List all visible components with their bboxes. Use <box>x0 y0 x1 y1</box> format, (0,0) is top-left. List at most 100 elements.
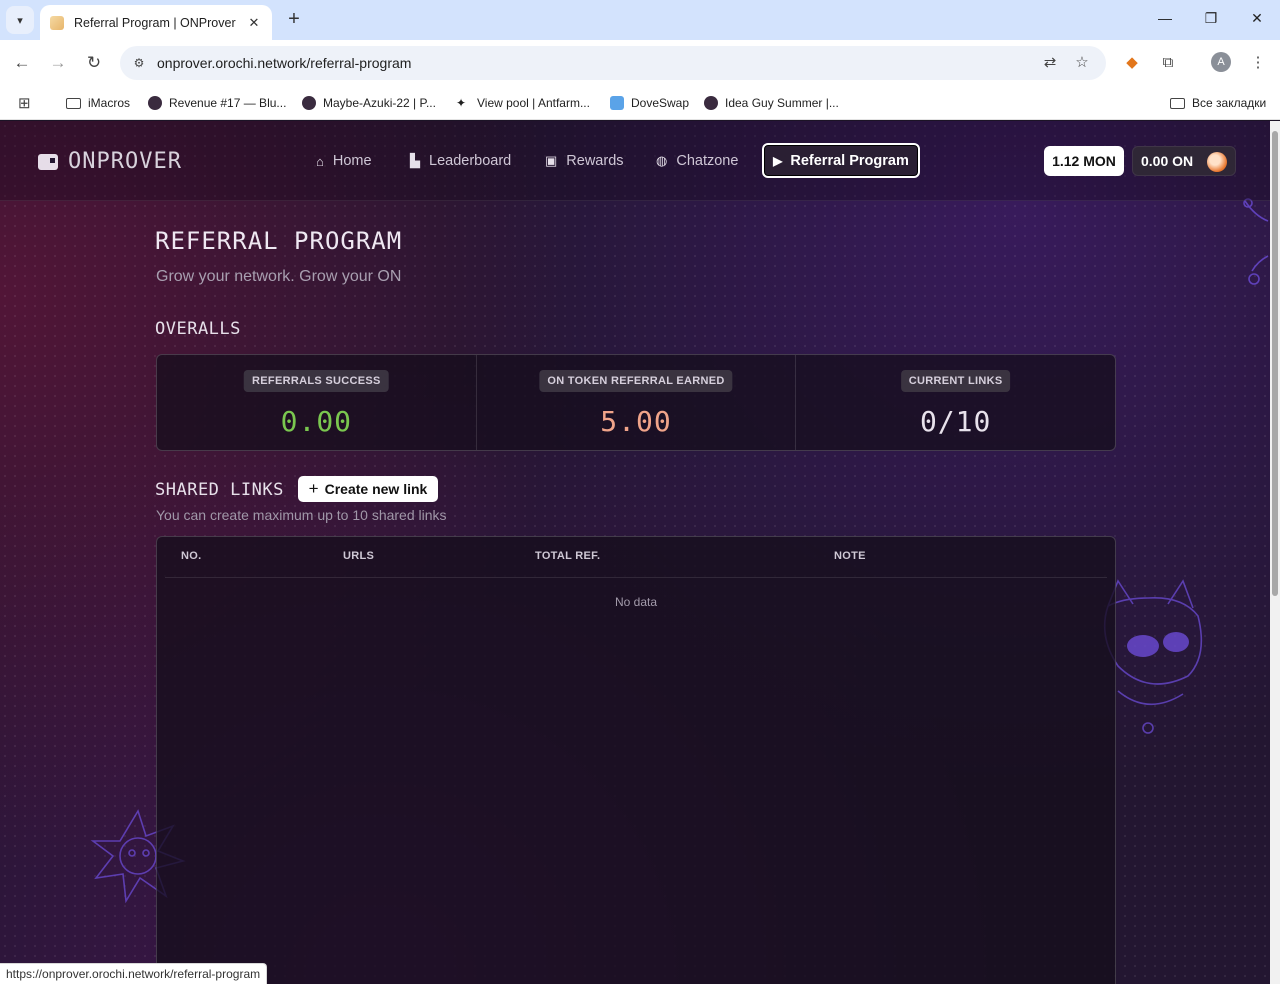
bookmark-item[interactable]: DoveSwap <box>610 93 689 113</box>
bookmark-star-icon[interactable]: ☆ <box>1072 53 1092 73</box>
apps-icon[interactable]: ⊞ <box>18 93 31 113</box>
bookmark-item[interactable]: Idea Guy Summer |... <box>704 93 839 113</box>
chat-icon: ◍ <box>656 153 668 168</box>
on-token-icon <box>1207 152 1227 172</box>
bookmark-label: Idea Guy Summer |... <box>725 96 839 110</box>
extensions-icon[interactable]: ⧉ <box>1157 52 1179 74</box>
tab-close-icon[interactable]: ✕ <box>246 15 262 31</box>
bookmark-label: iMacros <box>88 96 131 110</box>
leaderboard-icon: ▙ <box>410 153 420 168</box>
nav-label: Referral Program <box>790 152 909 169</box>
link-status-bar: https://onprover.orochi.network/referral… <box>0 963 268 984</box>
stat-value: 5.00 <box>600 405 672 438</box>
translate-icon[interactable]: ⇄ <box>1040 53 1060 73</box>
bookmark-label: Revenue #17 — Blu... <box>169 96 287 110</box>
nav-rewards[interactable]: ▣ Rewards <box>545 151 624 171</box>
bookmarks-bar: ⊞ iMacros Revenue #17 — Blu... Maybe-Azu… <box>0 86 1280 120</box>
plus-icon: + <box>308 479 319 498</box>
profile-avatar[interactable]: A <box>1211 52 1231 72</box>
megaphone-icon: ▶ <box>773 153 783 168</box>
reload-icon[interactable]: ↻ <box>82 51 106 75</box>
table-divider <box>165 577 1107 578</box>
bookmark-item[interactable]: iMacros <box>66 93 130 113</box>
create-button-label: Create new link <box>324 481 428 497</box>
stat-on-token-earned: ON TOKEN REFERRAL EARNED 5.00 <box>477 355 797 450</box>
bookmark-label: Maybe-Azuki-22 | P... <box>323 96 436 110</box>
eye-avatar-icon <box>704 96 718 110</box>
tab-search-button[interactable]: ▾ <box>6 6 34 34</box>
mascot-paw-icon <box>1243 198 1269 285</box>
on-balance-value: 0.00 ON <box>1141 153 1194 169</box>
mon-balance-value: 1.12 MON <box>1052 153 1116 169</box>
mon-balance[interactable]: 1.12 MON <box>1044 146 1124 176</box>
nav-chatzone[interactable]: ◍ Chatzone <box>656 151 738 171</box>
eye-avatar-icon <box>302 96 316 110</box>
rewards-icon: ▣ <box>545 153 558 168</box>
stat-referrals-success: REFERRALS SUCCESS 0.00 <box>157 355 477 450</box>
table-empty-state: No data <box>614 595 658 609</box>
tab-title: Referral Program | ONProver <box>74 15 236 30</box>
stat-label: CURRENT LINKS <box>900 370 1011 392</box>
stat-label: ON TOKEN REFERRAL EARNED <box>539 370 733 392</box>
browser-tab-bar: ▾ Referral Program | ONProver ✕ + — ❐ ✕ <box>0 0 1280 40</box>
restore-icon[interactable]: ❐ <box>1201 10 1221 27</box>
column-header[interactable]: URLS <box>343 550 374 562</box>
stat-value: 0.00 <box>280 405 353 438</box>
site-settings-icon[interactable]: ⚙ <box>130 54 148 72</box>
back-icon[interactable]: ← <box>10 51 34 75</box>
create-new-link-button[interactable]: + Create new link <box>298 476 438 502</box>
stat-label: REFERRALS SUCCESS <box>244 370 389 392</box>
shared-links-note: You can create maximum up to 10 shared l… <box>156 507 447 523</box>
shared-links-title: SHARED LINKS <box>155 480 284 500</box>
column-header[interactable]: TOTAL REF. <box>535 550 600 562</box>
column-header[interactable]: NOTE <box>834 550 866 562</box>
nav-referral-program[interactable]: ▶ Referral Program <box>762 143 920 178</box>
shared-links-table: NO. URLS TOTAL REF. NOTE No data <box>156 536 1116 984</box>
onprover-logo-icon <box>38 153 58 170</box>
site-header: ONPROVER ⌂ Home ▙ Leaderboard ▣ Rewards … <box>0 121 1270 201</box>
stat-value: 0/10 <box>919 405 992 438</box>
overalls-stats: REFERRALS SUCCESS 0.00 ON TOKEN REFERRAL… <box>156 354 1116 451</box>
address-bar[interactable]: ⚙ onprover.orochi.network/referral-progr… <box>120 46 1106 80</box>
folder-icon <box>66 97 81 109</box>
page-scrollbar[interactable] <box>1270 121 1280 984</box>
url-text[interactable]: onprover.orochi.network/referral-program <box>157 55 411 71</box>
scrollbar-thumb[interactable] <box>1272 131 1278 596</box>
page-title: REFERRAL PROGRAM <box>155 227 403 255</box>
bookmark-label: View pool | Antfarm... <box>477 96 590 110</box>
eye-avatar-icon <box>148 96 162 110</box>
doveswap-icon <box>610 96 624 110</box>
stat-current-links: CURRENT LINKS 0/10 <box>796 355 1115 450</box>
folder-icon <box>1170 97 1185 109</box>
column-header[interactable]: NO. <box>181 550 201 562</box>
close-window-icon[interactable]: ✕ <box>1247 10 1267 27</box>
home-icon: ⌂ <box>316 153 324 169</box>
browser-tab-active[interactable]: Referral Program | ONProver ✕ <box>40 5 272 40</box>
forward-icon[interactable]: → <box>46 51 70 75</box>
new-tab-button[interactable]: + <box>282 8 306 32</box>
menu-dots-icon[interactable]: ⋮ <box>1247 52 1269 74</box>
nav-label: Leaderboard <box>429 153 512 169</box>
site-logo[interactable]: ONPROVER <box>38 149 182 174</box>
page-content: ONPROVER ⌂ Home ▙ Leaderboard ▣ Rewards … <box>0 121 1270 984</box>
all-bookmarks[interactable]: Все закладки <box>1170 93 1266 113</box>
nav-leaderboard[interactable]: ▙ Leaderboard <box>410 151 511 171</box>
logo-text: ONPROVER <box>68 149 182 174</box>
bookmark-label: DoveSwap <box>631 96 690 110</box>
on-balance[interactable]: 0.00 ON <box>1132 146 1236 176</box>
metamask-icon[interactable]: ◆ <box>1121 52 1143 74</box>
nav-home[interactable]: ⌂ Home <box>316 151 372 171</box>
all-bookmarks-label: Все закладки <box>1192 96 1267 110</box>
bookmark-item[interactable]: Maybe-Azuki-22 | P... <box>302 93 436 113</box>
minimize-icon[interactable]: — <box>1155 10 1175 26</box>
nav-label: Rewards <box>566 153 624 169</box>
overalls-title: OVERALLS <box>155 319 241 339</box>
bookmark-item[interactable]: ✦ View pool | Antfarm... <box>456 93 590 113</box>
nav-label: Home <box>332 153 372 169</box>
nav-label: Chatzone <box>676 153 739 169</box>
browser-toolbar: ← → ↻ ⚙ onprover.orochi.network/referral… <box>0 40 1280 86</box>
antfarm-icon: ✦ <box>456 96 467 110</box>
page-subtitle: Grow your network. Grow your ON <box>156 268 402 285</box>
site-favicon-icon <box>50 15 64 30</box>
bookmark-item[interactable]: Revenue #17 — Blu... <box>148 93 286 113</box>
